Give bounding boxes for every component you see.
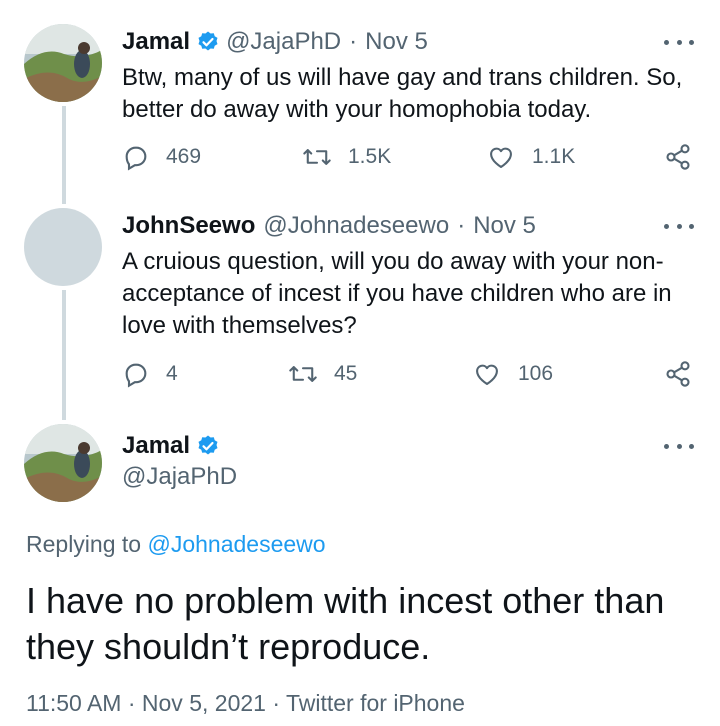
- more-options-icon[interactable]: [664, 32, 694, 52]
- avatar[interactable]: [24, 424, 102, 502]
- like-count: 1.1K: [532, 145, 576, 168]
- like-count: 106: [518, 362, 554, 385]
- more-options-icon[interactable]: [664, 216, 694, 236]
- tweet-text: Btw, many of us will have gay and trans …: [122, 64, 683, 123]
- thread-line: [62, 290, 66, 420]
- tweet-meta[interactable]: 11:50 AM · Nov 5, 2021 · Twitter for iPh…: [26, 690, 465, 717]
- replying-to-link[interactable]: @Johnadeseewo: [147, 531, 325, 557]
- share-button[interactable]: [664, 360, 692, 388]
- reply-button[interactable]: 469: [122, 143, 201, 171]
- replying-prefix: Replying to: [26, 531, 142, 557]
- like-button[interactable]: 1.1K: [486, 143, 575, 171]
- main-tweet-text: I have no problem with incest other than…: [26, 580, 665, 667]
- like-button[interactable]: 106: [472, 360, 553, 388]
- reply-count: 469: [166, 145, 202, 168]
- author-name[interactable]: JohnSeewo: [122, 212, 255, 240]
- tweet-date[interactable]: Nov 5: [473, 212, 536, 240]
- tweet-header: JohnSeewo @Johnadeseewo · Nov 5: [122, 212, 536, 240]
- avatar[interactable]: [24, 24, 102, 102]
- replying-to: Replying to @Johnadeseewo: [26, 531, 326, 558]
- reply-count: 4: [166, 362, 178, 385]
- author-handle[interactable]: @Johnadeseewo: [263, 212, 449, 240]
- separator: ·: [457, 212, 466, 239]
- heart-icon: [486, 143, 516, 171]
- author-handle[interactable]: @JajaPhD: [122, 463, 237, 491]
- reply-button[interactable]: 4: [122, 360, 178, 388]
- reply-icon: [122, 143, 150, 171]
- share-icon: [664, 360, 692, 388]
- retweet-button[interactable]: 45: [288, 360, 357, 388]
- author-name[interactable]: Jamal: [122, 432, 190, 460]
- reply-icon: [122, 360, 150, 388]
- retweet-count: 1.5K: [348, 145, 392, 168]
- avatar-default[interactable]: [24, 208, 102, 286]
- more-options-icon[interactable]: [664, 436, 694, 456]
- tweet-header: Jamal @JajaPhD · Nov 5: [122, 28, 428, 56]
- retweet-count: 45: [334, 362, 358, 385]
- author-handle[interactable]: @JajaPhD: [226, 28, 341, 56]
- separator: ·: [349, 28, 358, 55]
- author-handle-row: @JajaPhD: [122, 463, 237, 491]
- retweet-button[interactable]: 1.5K: [302, 143, 391, 171]
- author-name-row: Jamal: [122, 432, 226, 460]
- verified-badge-icon: [196, 30, 220, 54]
- verified-badge-icon: [196, 434, 220, 458]
- retweet-icon: [288, 360, 318, 388]
- retweet-icon: [302, 143, 332, 171]
- author-name[interactable]: Jamal: [122, 28, 190, 56]
- heart-icon: [472, 360, 502, 388]
- share-icon: [664, 143, 692, 171]
- tweet-date[interactable]: Nov 5: [365, 28, 428, 56]
- share-button[interactable]: [664, 143, 692, 171]
- thread-line: [62, 106, 66, 204]
- tweet-text: A cruious question, will you do away wit…: [122, 248, 672, 339]
